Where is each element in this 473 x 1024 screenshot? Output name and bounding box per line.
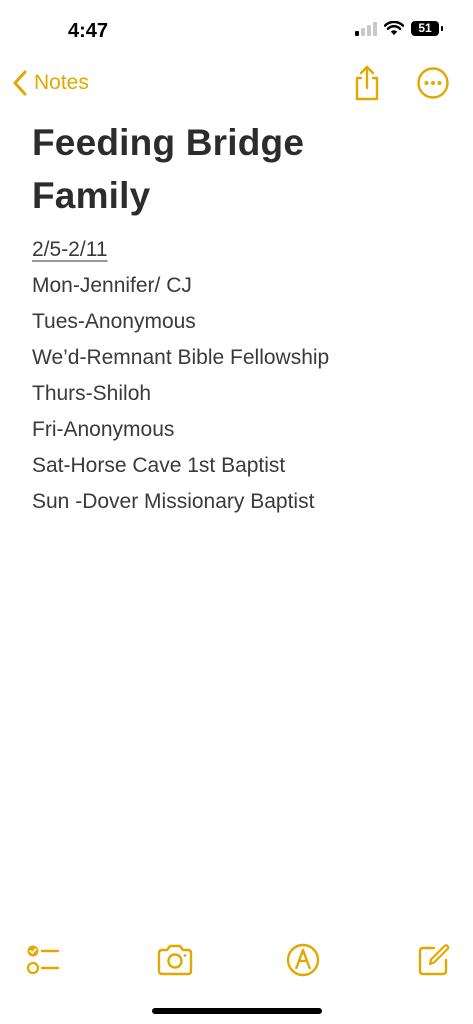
bottom-toolbar: [0, 940, 473, 984]
note-title-line-1: Feeding Bridge: [32, 122, 305, 163]
note-line[interactable]: Sat-Horse Cave 1st Baptist: [32, 448, 452, 484]
signal-icon: [355, 21, 377, 36]
battery-icon: 51: [411, 21, 443, 36]
note-line[interactable]: Tues-Anonymous: [32, 304, 452, 340]
status-icons: 51: [355, 21, 443, 36]
share-button[interactable]: [350, 64, 384, 102]
status-bar: 4:47 51: [0, 0, 473, 62]
share-icon: [355, 65, 379, 101]
note-title[interactable]: Feeding Bridge Family: [32, 116, 452, 222]
note-line[interactable]: We’d-Remnant Bible Fellowship: [32, 340, 452, 376]
status-time: 4:47: [68, 20, 109, 42]
note-line[interactable]: Thurs-Shiloh: [32, 376, 452, 412]
back-button[interactable]: Notes: [12, 66, 89, 100]
more-button[interactable]: [416, 66, 450, 100]
notes-screen: 4:47 51 Notes Feeding Bridge Family 2/5-…: [0, 0, 473, 1024]
battery-level: 51: [418, 21, 432, 35]
checklist-button[interactable]: [24, 940, 64, 980]
markup-button[interactable]: [283, 940, 323, 980]
compose-button[interactable]: [414, 940, 454, 980]
chevron-left-icon: [13, 70, 27, 96]
camera-icon: [157, 944, 193, 976]
checklist-icon: [26, 945, 60, 975]
note-title-line-2: Family: [32, 175, 151, 216]
wifi-icon: [384, 21, 404, 35]
nav-bar: Notes: [0, 62, 473, 106]
back-label: Notes: [34, 71, 89, 94]
note-date-range[interactable]: 2/5-2/11: [32, 232, 452, 268]
compose-icon: [418, 944, 450, 976]
note-line[interactable]: Mon-Jennifer/ CJ: [32, 268, 452, 304]
note-line[interactable]: Sun -Dover Missionary Baptist: [32, 484, 452, 520]
note-body[interactable]: Feeding Bridge Family 2/5-2/11 Mon-Jenni…: [32, 116, 452, 520]
home-indicator[interactable]: [152, 1008, 322, 1014]
note-line[interactable]: Fri-Anonymous: [32, 412, 452, 448]
markup-icon: [286, 943, 320, 977]
more-icon: [417, 67, 449, 99]
camera-button[interactable]: [155, 940, 195, 980]
